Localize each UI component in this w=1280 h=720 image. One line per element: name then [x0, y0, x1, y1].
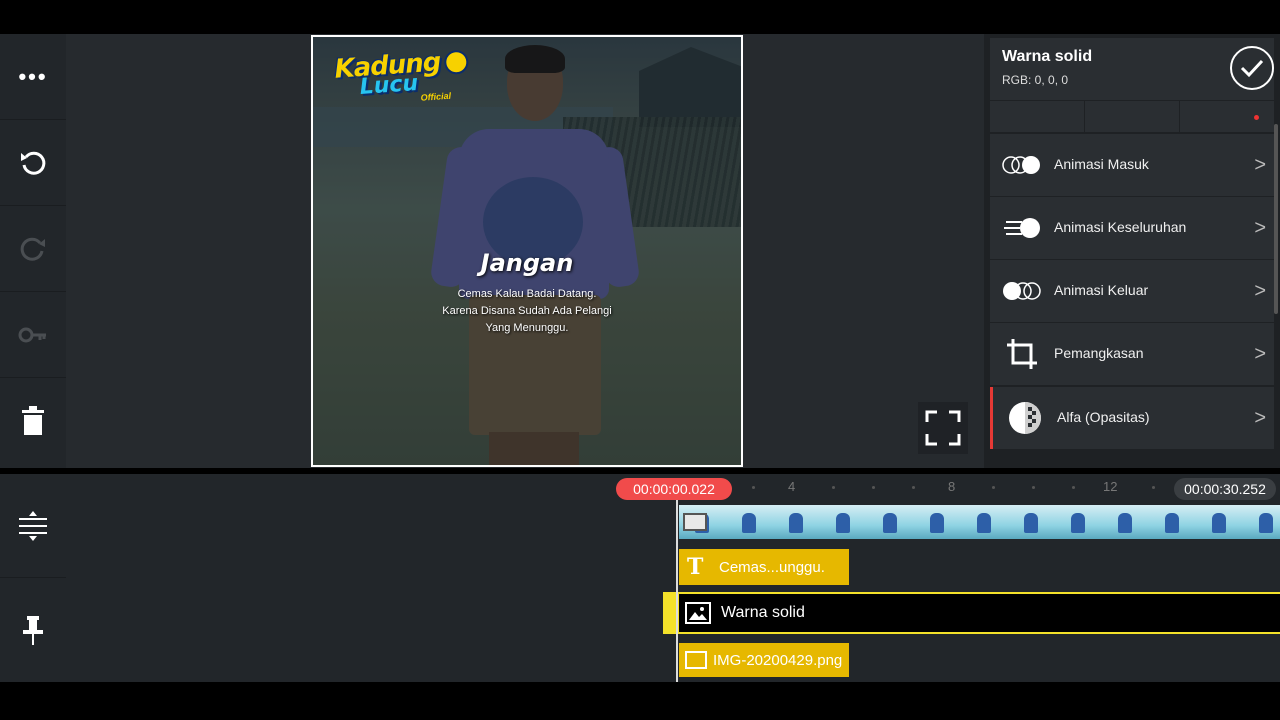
confirm-button[interactable]	[1230, 46, 1274, 90]
end-time-badge: 00:00:30.252	[1174, 478, 1276, 500]
caption-body: Cemas Kalau Badai Datang. Karena Disana …	[313, 286, 741, 337]
animation-overall-icon	[1002, 211, 1042, 245]
tick-dot	[1152, 486, 1155, 489]
trash-icon	[22, 406, 44, 435]
animation-out-icon	[1002, 274, 1042, 308]
solid-layer-label: Warna solid	[721, 604, 805, 621]
playhead-line[interactable]	[676, 500, 678, 682]
chevron-right-icon: >	[1254, 343, 1266, 365]
text-icon: T	[687, 554, 704, 580]
caption-line: Karena Disana Sudah Ada Pelangi	[442, 305, 612, 317]
menu-label: Animasi Masuk	[1054, 156, 1149, 172]
chevron-right-icon: >	[1254, 217, 1266, 239]
left-toolbar-timeline	[0, 474, 66, 682]
solid-color-layer-track[interactable]: Warna solid	[663, 592, 1280, 634]
split-icon	[19, 510, 47, 541]
caption-line: Cemas Kalau Badai Datang.	[457, 288, 597, 300]
keyframe-button[interactable]	[0, 292, 66, 378]
indicator-dot	[1254, 115, 1259, 120]
caption-title: Jangan	[480, 249, 574, 277]
panel-header: Warna solid RGB: 0, 0, 0	[990, 38, 1274, 100]
video-track[interactable]	[679, 505, 1280, 539]
panel-title: Warna solid	[1002, 48, 1093, 65]
panel-scrollbar[interactable]	[1274, 124, 1278, 314]
left-toolbar: •••	[0, 34, 66, 468]
redo-button[interactable]	[0, 206, 66, 292]
menu-label: Animasi Keluar	[1054, 282, 1149, 298]
menu-label: Animasi Keseluruhan	[1054, 219, 1187, 235]
chevron-right-icon: >	[1254, 407, 1266, 429]
animation-in-icon	[1002, 148, 1042, 182]
image-icon	[685, 651, 707, 669]
image-icon	[685, 602, 711, 624]
bottom-black-bar	[0, 682, 1280, 720]
tick-dot	[912, 486, 915, 489]
chevron-right-icon: >	[1254, 154, 1266, 176]
pin-button[interactable]	[0, 578, 66, 682]
tick-label: 4	[788, 479, 796, 494]
opacity-icon	[1005, 401, 1045, 435]
tick-dot	[752, 486, 755, 489]
panel-subtitle: RGB: 0, 0, 0	[1002, 73, 1069, 87]
fullscreen-button[interactable]	[918, 402, 968, 454]
check-icon	[1240, 59, 1264, 78]
pin-icon	[23, 616, 43, 645]
current-time-badge: 00:00:00.022	[616, 478, 732, 500]
delete-button[interactable]	[0, 378, 66, 464]
split-button[interactable]	[0, 474, 66, 578]
top-black-bar	[0, 0, 1280, 34]
menu-animasi-keluar[interactable]: Animasi Keluar >	[990, 260, 1274, 322]
tick-dot	[872, 486, 875, 489]
image-icon	[683, 513, 707, 531]
chevron-right-icon: >	[1254, 280, 1266, 302]
tick-dot	[992, 486, 995, 489]
more-button[interactable]: •••	[0, 34, 66, 120]
undo-button[interactable]	[0, 120, 66, 206]
tick-dot	[1032, 486, 1035, 489]
tick-label: 8	[948, 479, 956, 494]
fullscreen-icon	[925, 410, 961, 446]
text-layer-label: Cemas...unggu.	[719, 558, 825, 576]
tick-dot	[832, 486, 835, 489]
redo-icon	[20, 237, 45, 261]
tick-dot	[1072, 486, 1075, 489]
menu-animasi-masuk[interactable]: Animasi Masuk >	[990, 134, 1274, 196]
menu-label: Alfa (Opasitas)	[1057, 409, 1150, 425]
tick-label: 12	[1103, 479, 1118, 494]
layer-options-panel: Warna solid RGB: 0, 0, 0 Animasi Masuk >…	[984, 34, 1280, 468]
image-layer-track[interactable]: IMG-20200429.png	[679, 643, 849, 677]
text-layer-track[interactable]: T Cemas...unggu.	[679, 549, 849, 585]
key-icon	[18, 327, 46, 342]
undo-icon	[21, 151, 46, 175]
strip-cell[interactable]	[1180, 101, 1275, 133]
menu-animasi-keseluruhan[interactable]: Animasi Keseluruhan >	[990, 197, 1274, 259]
caption-line: Yang Menunggu.	[485, 322, 569, 334]
menu-label: Pemangkasan	[1054, 345, 1144, 361]
logo-line3: Official	[420, 90, 452, 103]
strip-cell[interactable]	[990, 101, 1085, 133]
crop-icon	[1002, 337, 1042, 371]
menu-alfa-opasitas[interactable]: Alfa (Opasitas) >	[990, 387, 1274, 449]
image-layer-label: IMG-20200429.png	[713, 651, 843, 669]
panel-color-strip[interactable]	[990, 100, 1275, 133]
menu-pemangkasan[interactable]: Pemangkasan >	[990, 323, 1274, 385]
strip-cell[interactable]	[1085, 101, 1180, 133]
channel-logo: Kadung Lucu Official	[333, 47, 470, 103]
more-icon: •••	[18, 63, 48, 89]
video-preview[interactable]: Kadung Lucu Official Jangan Cemas Kalau …	[311, 35, 743, 467]
